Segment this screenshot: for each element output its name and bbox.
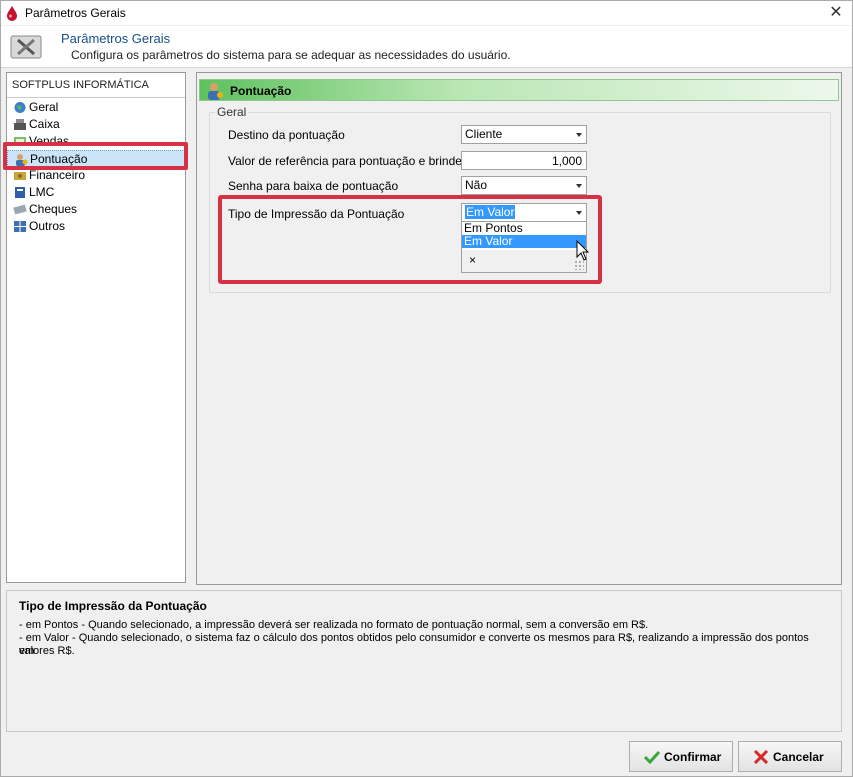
user-points-icon xyxy=(208,83,223,100)
valor-ref-input[interactable]: 1,000 xyxy=(461,151,587,170)
tree-item-outros[interactable]: Outros xyxy=(7,218,185,235)
tree-item-label: LMC xyxy=(29,185,55,199)
section-header: Pontuação xyxy=(199,79,839,101)
settings-panel: Pontuação Geral Destino da pontuação Cli… xyxy=(196,72,842,585)
cancel-button[interactable]: Cancelar xyxy=(738,741,842,772)
tree-item-label: Outros xyxy=(29,219,66,233)
help-line-em-pontos: - em Pontos - Quando selecionado, a impr… xyxy=(19,619,649,631)
chevron-down-icon xyxy=(576,133,582,137)
tree-item-geral[interactable]: Geral xyxy=(7,99,185,116)
tree-item-label: Financeiro xyxy=(29,168,86,182)
tree-item-lmc[interactable]: LMC xyxy=(7,184,185,201)
tree-item-label: Geral xyxy=(29,100,59,114)
cancel-label: Cancelar xyxy=(773,750,824,764)
grid-icon xyxy=(14,221,26,232)
header-panel: Parâmetros Gerais Configura os parâmetro… xyxy=(1,26,852,68)
cash-register-icon xyxy=(14,119,26,130)
destino-label: Destino da pontuação xyxy=(228,128,345,142)
check-icon xyxy=(644,750,660,764)
senha-value: Não xyxy=(465,178,488,192)
tree-item-caixa[interactable]: Caixa xyxy=(7,116,185,133)
x-icon xyxy=(753,750,769,764)
annotation-highlight-sidebar xyxy=(3,142,188,170)
cheque-icon xyxy=(13,204,27,215)
close-button[interactable]: ✕ xyxy=(826,3,846,23)
window-title: Parâmetros Gerais xyxy=(25,6,126,20)
valor-ref-label: Valor de referência para pontuação e bri… xyxy=(228,154,468,168)
title-bar: Parâmetros Gerais ✕ xyxy=(1,1,852,25)
section-title: Pontuação xyxy=(230,84,292,98)
header-subtitle: Configura os parâmetros do sistema para … xyxy=(71,48,511,62)
destino-combo[interactable]: Cliente xyxy=(461,125,587,144)
parametros-gerais-window: Parâmetros Gerais ✕ Parâmetros Gerais Co… xyxy=(0,0,853,777)
destino-value: Cliente xyxy=(465,127,503,141)
tree-item-label: Caixa xyxy=(29,117,60,131)
senha-label: Senha para baixa de pontuação xyxy=(228,179,399,193)
help-line-em-valor-cont: valores R$. xyxy=(19,645,75,657)
book-icon xyxy=(15,187,25,198)
tree-item-label: Cheques xyxy=(29,202,78,216)
header-title: Parâmetros Gerais xyxy=(61,31,171,46)
tree-root[interactable]: SOFTPLUS INFORMÁTICA xyxy=(7,73,185,98)
app-drop-icon xyxy=(7,6,17,21)
help-panel: Tipo de Impressão da Pontuação - em Pont… xyxy=(6,590,842,732)
money-icon xyxy=(14,172,26,180)
chevron-down-icon xyxy=(576,184,582,188)
globe-icon xyxy=(14,102,26,113)
annotation-highlight-tipo-impressao xyxy=(218,195,602,284)
group-label: Geral xyxy=(215,105,249,119)
confirm-label: Confirmar xyxy=(664,750,722,764)
help-title: Tipo de Impressão da Pontuação xyxy=(19,599,207,613)
senha-combo[interactable]: Não xyxy=(461,176,587,195)
tools-icon xyxy=(10,35,42,59)
confirm-button[interactable]: Confirmar xyxy=(629,741,733,772)
footer-bar: Confirmar Cancelar xyxy=(1,734,852,776)
tree-item-cheques[interactable]: Cheques xyxy=(7,201,185,218)
